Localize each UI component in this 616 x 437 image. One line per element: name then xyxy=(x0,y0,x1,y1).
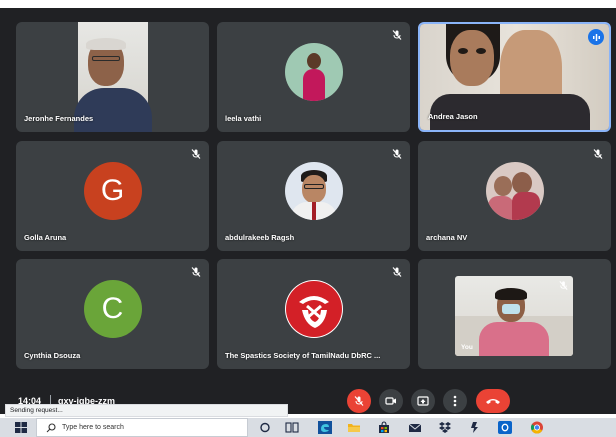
hang-up-icon xyxy=(486,399,500,404)
participant-name: Andrea Jason xyxy=(428,112,478,121)
chrome-icon[interactable] xyxy=(530,421,544,434)
mic-toggle-button[interactable] xyxy=(347,389,371,413)
participant-avatar xyxy=(284,162,343,220)
camera-toggle-button[interactable] xyxy=(379,389,403,413)
mic-off-icon xyxy=(191,267,201,277)
mic-off-icon xyxy=(559,281,568,290)
edge-icon[interactable] xyxy=(318,421,332,434)
participant-avatar: G xyxy=(83,162,142,220)
outlook-icon[interactable] xyxy=(498,421,512,434)
participant-avatar xyxy=(284,43,343,101)
participant-name: archana NV xyxy=(426,233,468,242)
file-explorer-icon[interactable] xyxy=(347,421,361,434)
participant-name: Jeronhe Fernandes xyxy=(24,114,94,123)
store-icon[interactable] xyxy=(377,421,391,434)
search-icon xyxy=(46,423,56,433)
task-view-icon[interactable] xyxy=(285,421,299,434)
more-vertical-icon xyxy=(453,395,457,407)
camera-icon xyxy=(385,397,396,405)
mic-off-icon xyxy=(593,149,603,159)
participant-tile[interactable]: C Cynthia Dsouza xyxy=(16,259,209,369)
taskbar-search-box[interactable]: Type here to search xyxy=(36,418,248,437)
cortana-icon[interactable] xyxy=(258,421,272,434)
participant-avatar: C xyxy=(83,280,142,338)
participant-name: The Spastics Society of TamilNadu DbRC .… xyxy=(225,351,381,360)
mic-off-icon xyxy=(392,267,402,277)
more-options-button[interactable] xyxy=(443,389,467,413)
end-call-button[interactable] xyxy=(476,389,510,413)
participant-name: Golla Aruna xyxy=(24,233,67,242)
self-view-label: You xyxy=(461,344,473,351)
search-placeholder: Type here to search xyxy=(62,424,124,431)
windows-taskbar: Type here to search xyxy=(0,418,616,437)
present-screen-button[interactable] xyxy=(411,389,435,413)
app-icon[interactable] xyxy=(468,421,482,434)
present-screen-icon xyxy=(417,395,429,406)
dropbox-icon[interactable] xyxy=(438,421,452,434)
participant-tile[interactable]: The Spastics Society of TamilNadu DbRC .… xyxy=(217,259,410,369)
participant-tile[interactable]: archana NV xyxy=(418,141,611,251)
participant-avatar xyxy=(485,162,544,220)
participant-tile[interactable]: abdulrakeeb Ragsh xyxy=(217,141,410,251)
organization-logo-avatar xyxy=(284,280,343,338)
participant-name: abdulrakeeb Ragsh xyxy=(225,233,295,242)
windows-start-icon[interactable] xyxy=(14,421,28,434)
participant-tile[interactable]: Andrea Jason xyxy=(418,22,611,132)
mic-off-icon xyxy=(392,30,402,40)
participant-tile[interactable]: Jeronhe Fernandes xyxy=(16,22,209,132)
participant-tile[interactable]: leela vathi xyxy=(217,22,410,132)
participant-tile[interactable]: G Golla Aruna xyxy=(16,141,209,251)
speaking-indicator-icon xyxy=(588,29,604,45)
mail-icon[interactable] xyxy=(408,421,422,434)
browser-status-bar: Sending request... xyxy=(5,404,288,417)
mic-off-icon xyxy=(392,149,402,159)
mic-off-icon xyxy=(191,149,201,159)
participant-name: leela vathi xyxy=(225,114,262,123)
participant-name: Cynthia Dsouza xyxy=(24,351,81,360)
mic-off-icon xyxy=(354,396,364,406)
self-view-video: You xyxy=(455,276,573,356)
meet-stage: Jeronhe Fernandes leela vathi Andrea Jas… xyxy=(0,8,616,414)
self-view-tile[interactable]: You xyxy=(418,259,611,369)
